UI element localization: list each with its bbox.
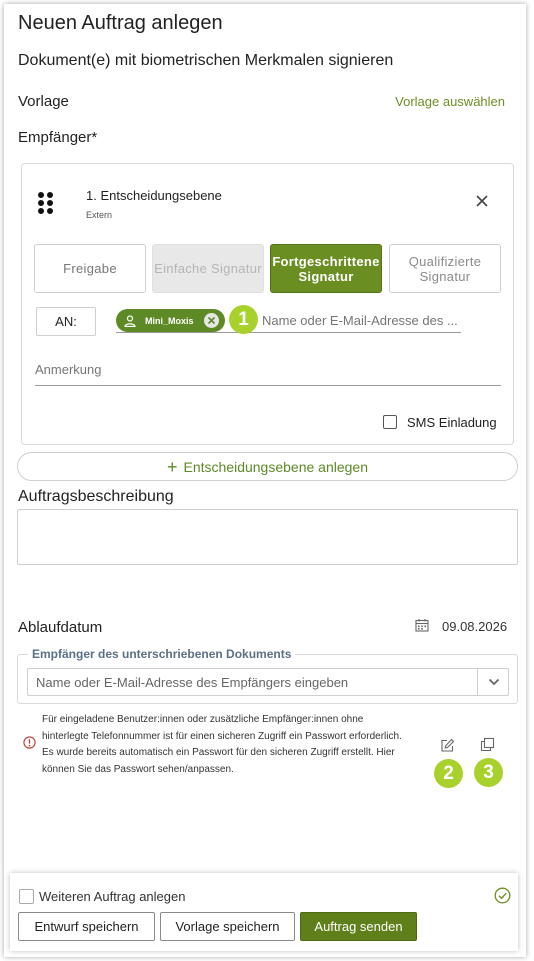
close-icon[interactable] (475, 194, 489, 208)
page-title: Neuen Auftrag anlegen (18, 12, 223, 34)
check-circle-icon (494, 887, 511, 904)
recipient-chip-label: Mini_Moxis (145, 315, 194, 326)
note-underline (35, 385, 501, 386)
another-order-checkbox[interactable] (19, 889, 34, 904)
sms-invitation-checkbox[interactable] (383, 415, 397, 429)
footer-bar: Weiteren Auftrag anlegen Entwurf speiche… (10, 873, 518, 951)
select-separator (477, 669, 478, 695)
warning-icon (23, 736, 36, 749)
password-notice: Für eingeladene Benutzer:innen oder zusä… (42, 714, 402, 775)
expiry-label: Ablaufdatum (18, 619, 103, 636)
remove-recipient-icon[interactable] (204, 313, 219, 328)
page-subtitle: Dokument(e) mit biometrischen Merkmalen … (18, 52, 394, 69)
signature-type-qualifiziert[interactable]: Qualifizierte Signatur (389, 244, 501, 293)
send-order-button[interactable]: Auftrag senden (300, 912, 417, 941)
signature-type-freigabe[interactable]: Freigabe (34, 244, 146, 293)
expiry-date[interactable]: 09.08.2026 (442, 619, 507, 634)
copy-icon[interactable] (480, 737, 495, 752)
step-badge-2: 2 (434, 759, 463, 788)
calendar-icon[interactable] (415, 618, 429, 632)
add-decision-level-label: Entscheidungsebene anlegen (183, 458, 369, 475)
chevron-down-icon[interactable] (488, 677, 500, 687)
signed-doc-recipients-group: Empfänger des unterschriebenen Dokuments… (17, 647, 518, 704)
recipient-search-input[interactable] (262, 313, 458, 328)
step-badge-3: 3 (474, 758, 503, 787)
note-label[interactable]: Anmerkung (35, 362, 101, 377)
template-label: Vorlage (18, 93, 69, 110)
description-textarea[interactable] (17, 509, 518, 565)
another-order-label: Weiteren Auftrag anlegen (39, 889, 186, 904)
signed-doc-recipient-placeholder: Name oder E-Mail-Adresse des Empfängers … (36, 674, 349, 690)
sms-invitation-label: SMS Einladung (407, 415, 497, 430)
drag-handle-icon[interactable] (38, 192, 54, 216)
save-draft-button[interactable]: Entwurf speichern (18, 912, 155, 941)
signed-doc-recipient-select[interactable]: Name oder E-Mail-Adresse des Empfängers … (27, 668, 509, 696)
plus-icon: + (166, 456, 178, 477)
person-icon (124, 314, 136, 327)
recipient-chip: Mini_Moxis (116, 309, 225, 332)
level-subtitle: Extern (86, 210, 113, 220)
signature-type-fortgeschritten[interactable]: Fortgeschrittene Signatur (270, 244, 382, 293)
add-decision-level-button[interactable]: + Entscheidungsebene anlegen (17, 452, 518, 481)
recipients-label: Empfänger* (18, 129, 98, 146)
decision-level-card: 1. Entscheidungsebene Extern Freigabe Ei… (21, 163, 514, 445)
save-template-button[interactable]: Vorlage speichern (160, 912, 295, 941)
recipient-input-underline (116, 332, 461, 333)
signature-type-einfach[interactable]: Einfache Signatur (152, 244, 264, 293)
step-badge-1: 1 (229, 305, 258, 334)
level-title: 1. Entscheidungsebene (86, 188, 222, 203)
edit-icon[interactable] (440, 738, 455, 753)
to-button[interactable]: AN: (36, 307, 96, 336)
select-template-link[interactable]: Vorlage auswählen (395, 94, 505, 109)
description-label: Auftragsbeschreibung (18, 488, 174, 505)
signed-doc-recipients-legend: Empfänger des unterschriebenen Dokuments (28, 647, 296, 661)
